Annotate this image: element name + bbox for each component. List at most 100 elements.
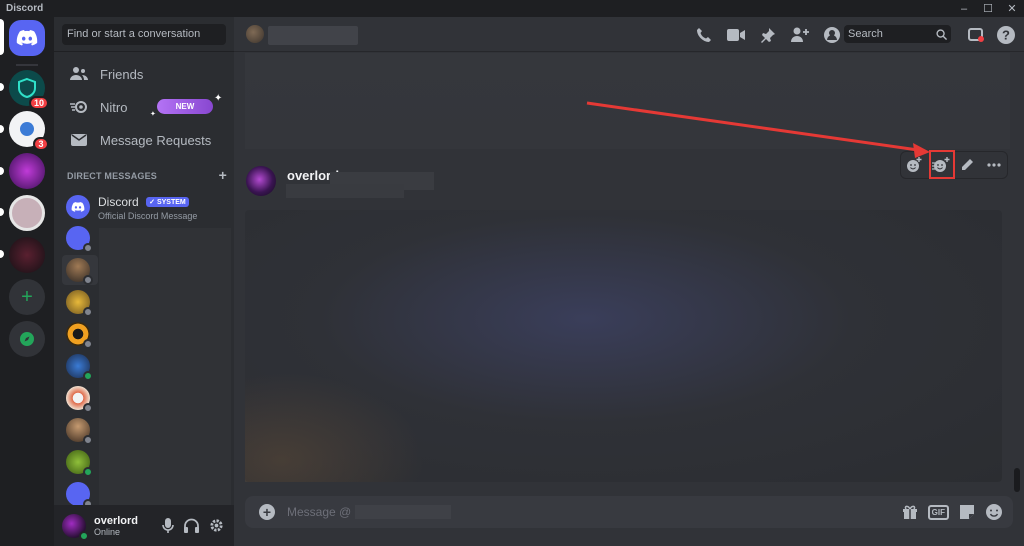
- status-offline-icon: [83, 339, 93, 349]
- nitro-new-badge: NEW: [157, 99, 213, 114]
- server-rail: 10 3 +: [0, 17, 54, 546]
- window-controls: – ☐ ✕: [952, 0, 1024, 17]
- pencil-icon: [962, 159, 974, 170]
- plus-icon: +: [21, 285, 33, 308]
- avatar: [66, 226, 93, 253]
- explore-servers-button[interactable]: [9, 321, 45, 357]
- more-options-button[interactable]: [984, 155, 1004, 175]
- avatar: [66, 354, 93, 381]
- unread-indicator: [0, 167, 4, 175]
- dm-name-row: Discord ✓ SYSTEM: [98, 193, 197, 211]
- scrollbar-thumb[interactable]: [1014, 468, 1020, 492]
- home-button[interactable]: [9, 20, 45, 56]
- ellipsis-icon: [987, 163, 1001, 167]
- minimize-button[interactable]: –: [952, 0, 976, 17]
- add-server-button[interactable]: +: [9, 279, 45, 315]
- header-avatar: [246, 25, 264, 43]
- add-reaction-button[interactable]: [904, 155, 924, 175]
- conversation-header: Search ?: [234, 17, 1024, 52]
- add-reaction-icon: [907, 157, 922, 172]
- nav-nitro-label: Nitro: [100, 99, 128, 115]
- settings-gear-icon[interactable]: [209, 518, 224, 533]
- dm-item[interactable]: [62, 351, 226, 381]
- user-name: overlord: [94, 514, 139, 527]
- header-search-placeholder: Search: [848, 28, 883, 40]
- dm-sidebar: Find or start a conversation Friends Nit…: [54, 17, 234, 546]
- video-call-icon[interactable]: [726, 25, 746, 45]
- status-offline-icon: [83, 307, 93, 317]
- header-search-input[interactable]: Search: [844, 25, 951, 43]
- selected-indicator: [0, 19, 4, 55]
- dm-item[interactable]: [62, 287, 226, 317]
- add-friend-icon[interactable]: [790, 25, 810, 45]
- headphones-icon[interactable]: [184, 518, 199, 533]
- dm-item[interactable]: [62, 255, 98, 285]
- dm-subtitle: Official Discord Message: [98, 211, 198, 221]
- unread-indicator: [0, 208, 4, 216]
- emoji-icon[interactable]: [985, 503, 1003, 521]
- status-online-icon: [83, 467, 93, 477]
- server-icon-1[interactable]: 10: [9, 70, 49, 110]
- microphone-icon[interactable]: [162, 517, 174, 534]
- window-title: Discord: [6, 3, 44, 14]
- dm-item[interactable]: [62, 319, 226, 349]
- message-author-avatar[interactable]: [246, 166, 276, 196]
- gift-icon[interactable]: [902, 504, 918, 520]
- unread-indicator: [0, 250, 4, 258]
- nav-friends-label: Friends: [100, 66, 144, 82]
- dm-search-input[interactable]: Find or start a conversation: [62, 23, 226, 45]
- status-online-icon: [79, 530, 89, 541]
- sparkle-icon: ✦: [214, 93, 223, 104]
- nav-friends[interactable]: Friends: [62, 59, 226, 89]
- help-icon[interactable]: ?: [996, 25, 1016, 45]
- server-icon-5[interactable]: [9, 237, 45, 273]
- system-tag: ✓ SYSTEM: [146, 196, 189, 207]
- nav-message-requests[interactable]: Message Requests: [62, 125, 226, 155]
- server-icon-3[interactable]: [9, 153, 45, 189]
- avatar: [66, 450, 93, 477]
- dm-item-text: Discord ✓ SYSTEM Official Discord Messag…: [98, 193, 197, 221]
- dm-search-container: Find or start a conversation: [54, 17, 234, 52]
- inbox-icon[interactable]: [966, 25, 986, 45]
- dm-item[interactable]: [62, 383, 226, 413]
- server-separator: [16, 64, 38, 66]
- message-composer: + Message @ GIF: [245, 496, 1013, 528]
- status-online-icon: [83, 371, 93, 381]
- gif-button[interactable]: GIF: [927, 504, 949, 520]
- envelope-icon: [68, 129, 90, 151]
- user-controls: [162, 517, 224, 534]
- sticker-icon[interactable]: [959, 504, 975, 520]
- dm-item[interactable]: [62, 415, 226, 445]
- user-avatar[interactable]: [62, 513, 89, 541]
- header-actions: [694, 25, 842, 45]
- avatar: [66, 482, 93, 509]
- dm-item-discord-system[interactable]: Discord ✓ SYSTEM Official Discord Messag…: [62, 190, 226, 224]
- create-dm-button[interactable]: +: [219, 167, 227, 183]
- server-icon-4[interactable]: [9, 195, 45, 231]
- upload-button[interactable]: +: [259, 504, 275, 520]
- discord-logo-icon: [71, 202, 85, 212]
- message-attachment-image[interactable]: [245, 210, 1002, 482]
- avatar: [66, 418, 93, 445]
- annotation-highlight-box: [929, 150, 955, 179]
- dm-item[interactable]: [62, 447, 226, 477]
- dm-item[interactable]: [62, 223, 226, 253]
- circle-logo-icon: [20, 122, 34, 136]
- pin-icon[interactable]: [758, 25, 778, 45]
- server-icon-2[interactable]: 3: [9, 111, 49, 151]
- redacted-previous-message: [245, 53, 1010, 149]
- friends-icon: [68, 63, 90, 85]
- nav-message-requests-label: Message Requests: [100, 132, 212, 148]
- edit-button[interactable]: [957, 155, 977, 175]
- avatar: [66, 322, 93, 349]
- message-input[interactable]: Message @: [287, 505, 351, 519]
- user-info[interactable]: overlord Online: [94, 515, 138, 537]
- avatar: [66, 195, 90, 219]
- close-button[interactable]: ✕: [1000, 0, 1024, 17]
- user-profile-icon[interactable]: [822, 25, 842, 45]
- maximize-button[interactable]: ☐: [976, 0, 1000, 17]
- voice-call-icon[interactable]: [694, 25, 714, 45]
- discord-logo-icon: [16, 30, 38, 46]
- unread-indicator: [0, 83, 4, 91]
- redacted-message-text: [286, 184, 404, 198]
